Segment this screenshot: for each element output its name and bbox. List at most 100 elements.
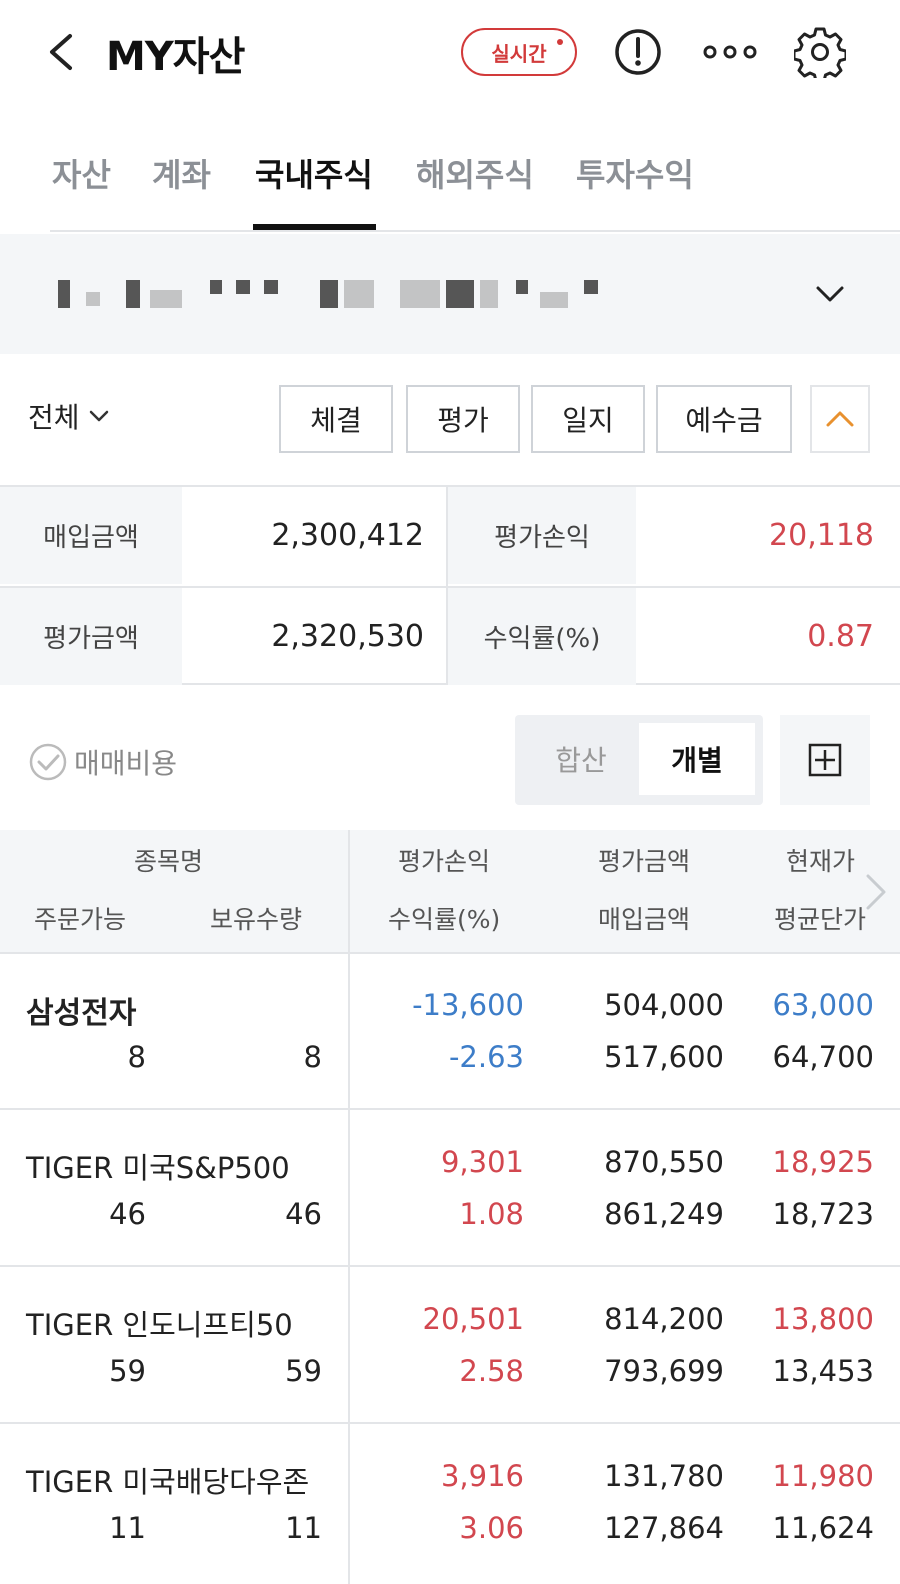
header-return-rate: 수익률(%) <box>388 905 501 934</box>
summary-divider <box>446 487 448 685</box>
view-toggle: 합산 개별 <box>515 715 763 805</box>
return-rate-value: 0.87 <box>807 619 874 654</box>
header-avg-price: 평균단가 <box>774 905 867 934</box>
page-title: MY자산 <box>106 34 245 80</box>
tab-domestic-stocks[interactable]: 국내주식 <box>255 150 373 196</box>
header-pl: 평가손익 <box>398 847 491 876</box>
back-arrow-icon[interactable] <box>42 30 82 74</box>
avg-price: 11,624 <box>772 1511 874 1545</box>
avg-price: 64,700 <box>772 1040 874 1074</box>
tab-assets[interactable]: 자산 <box>52 150 111 196</box>
info-icon[interactable] <box>614 28 662 76</box>
masked-account-text <box>400 280 440 308</box>
stock-name: TIGER 미국S&P500 <box>26 1151 290 1185</box>
holding-qty: 11 <box>285 1511 322 1545</box>
eval-amount: 814,200 <box>604 1302 724 1336</box>
orderable-qty: 8 <box>127 1040 146 1074</box>
journal-button[interactable]: 일지 <box>531 385 645 453</box>
masked-account-text <box>210 280 222 294</box>
active-tab-indicator <box>253 224 376 230</box>
check-circle-icon <box>29 743 67 781</box>
more-icon[interactable] <box>703 40 757 64</box>
top-header: MY자산 실시간 <box>0 0 900 105</box>
trading-fee-label: 매매비용 <box>74 747 178 780</box>
holding-qty: 59 <box>285 1354 322 1388</box>
masked-account-text <box>446 280 474 308</box>
eval-amount-label: 평가금액 <box>0 588 182 685</box>
tab-overseas-stocks[interactable]: 해외주식 <box>416 150 534 196</box>
avg-price: 13,453 <box>772 1354 874 1388</box>
toggle-individual[interactable]: 개별 <box>639 723 755 795</box>
scope-dropdown-label: 전체 <box>28 401 80 434</box>
holding-qty: 46 <box>285 1197 322 1231</box>
holdings-header: 종목명 주문가능 보유수량 평가손익 수익률(%) 평가금액 매입금액 현재가 … <box>0 830 900 954</box>
pl-value: 20,501 <box>422 1302 524 1336</box>
stock-name: 삼성전자 <box>26 996 137 1031</box>
valuation-button[interactable]: 평가 <box>406 385 520 453</box>
table-row[interactable]: TIGER 미국배당다우존 11 11 3,916 3.06 131,780 1… <box>0 1425 900 1581</box>
account-selector[interactable] <box>0 234 900 354</box>
trading-fee-checkbox[interactable]: 매매비용 <box>28 742 177 782</box>
chevron-down-icon[interactable] <box>814 278 846 310</box>
eval-amount: 504,000 <box>604 988 724 1022</box>
tab-accounts[interactable]: 계좌 <box>152 150 211 196</box>
realtime-badge-label: 실시간 <box>491 41 547 66</box>
header-purchase-amount: 매입금액 <box>598 905 691 934</box>
orderable-qty: 46 <box>109 1197 146 1231</box>
realtime-dot <box>557 39 563 45</box>
stock-name: TIGER 인도니프티50 <box>26 1308 293 1342</box>
pl-value: 3,916 <box>440 1459 524 1493</box>
deposit-button[interactable]: 예수금 <box>656 385 792 453</box>
avg-price: 18,723 <box>772 1197 874 1231</box>
table-row[interactable]: TIGER 미국S&P500 46 46 9,301 1.08 870,550 … <box>0 1111 900 1267</box>
summary-row: 평가금액 2,320,530 수익률(%) 0.87 <box>0 586 900 685</box>
masked-account-text <box>264 280 278 294</box>
collapse-button[interactable] <box>810 385 870 453</box>
pl-label: 평가손익 <box>448 487 636 584</box>
masked-account-text <box>150 290 182 308</box>
current-price: 13,800 <box>772 1302 874 1336</box>
masked-account-text <box>516 280 528 294</box>
table-row[interactable]: 삼성전자 8 8 -13,600 -2.63 504,000 517,600 6… <box>0 954 900 1110</box>
return-rate-label: 수익률(%) <box>448 588 636 685</box>
current-price: 18,925 <box>772 1145 874 1179</box>
holding-qty: 8 <box>303 1040 322 1074</box>
header-stock-name: 종목명 <box>134 847 204 876</box>
masked-account-text <box>344 280 374 308</box>
toggle-combined[interactable]: 합산 <box>523 723 639 795</box>
tab-investment-returns[interactable]: 투자수익 <box>576 150 694 196</box>
header-orderable: 주문가능 <box>34 905 127 934</box>
masked-account-text <box>236 280 250 294</box>
return-rate: -2.63 <box>448 1040 524 1074</box>
stock-name: TIGER 미국배당다우존 <box>26 1465 310 1499</box>
orderable-qty: 59 <box>109 1354 146 1388</box>
execution-button[interactable]: 체결 <box>279 385 393 453</box>
header-current-price: 현재가 <box>786 847 856 876</box>
chevron-up-icon <box>826 411 854 427</box>
purchase-amount-label: 매입금액 <box>0 487 182 584</box>
masked-account-text <box>86 292 100 306</box>
masked-account-text <box>480 280 498 308</box>
purchase-amount: 517,600 <box>604 1040 724 1074</box>
masked-account-text <box>584 280 598 294</box>
masked-account-text <box>540 292 568 308</box>
realtime-badge[interactable]: 실시간 <box>461 28 577 76</box>
masked-account-text <box>126 280 140 308</box>
orderable-qty: 11 <box>109 1511 146 1545</box>
header-holding: 보유수량 <box>210 905 303 934</box>
chevron-down-icon <box>89 410 108 422</box>
purchase-amount: 127,864 <box>604 1511 724 1545</box>
current-price: 63,000 <box>772 988 874 1022</box>
table-row[interactable]: TIGER 인도니프티50 59 59 20,501 2.58 814,200 … <box>0 1268 900 1424</box>
chevron-right-icon[interactable] <box>862 870 890 914</box>
scope-dropdown[interactable]: 전체 <box>28 396 110 436</box>
pl-value: 20,118 <box>769 518 874 553</box>
masked-account-text <box>58 280 70 308</box>
pl-value: 9,301 <box>440 1145 524 1179</box>
category-tabs: 자산 계좌 국내주식 해외주식 투자수익 <box>50 140 900 232</box>
purchase-amount: 861,249 <box>604 1197 724 1231</box>
eval-amount: 870,550 <box>604 1145 724 1179</box>
gear-icon[interactable] <box>794 26 846 78</box>
expand-view-button[interactable] <box>780 715 870 805</box>
eval-amount: 131,780 <box>604 1459 724 1493</box>
